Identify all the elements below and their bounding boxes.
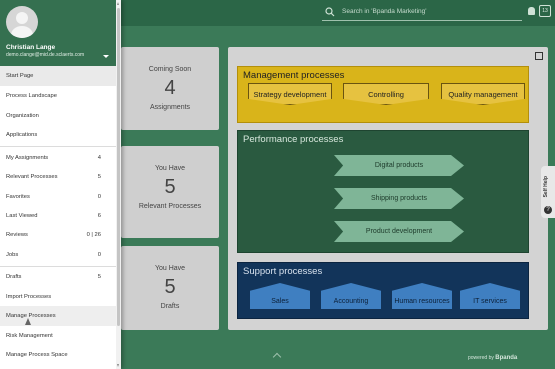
nav-organization[interactable]: Organization [0, 106, 116, 126]
nav-process-landscape[interactable]: Process Landscape [0, 86, 116, 106]
process-product-development[interactable]: Product development [334, 221, 464, 242]
nav-risk-management[interactable]: Risk Management [0, 326, 116, 346]
card-value: 5 [164, 276, 176, 298]
nav-label: Favorites [6, 194, 30, 200]
process-accounting[interactable]: Accounting [321, 283, 381, 309]
nav-count: 0 [97, 194, 101, 200]
group-title: Management processes [243, 70, 345, 81]
nav-label: Manage Process Space [6, 352, 68, 358]
powered-by: powered by Bpanda [468, 355, 517, 361]
scroll-up-icon[interactable] [117, 2, 119, 5]
card-label: Drafts [160, 303, 180, 310]
nav-import-processes[interactable]: Import Processes [0, 287, 116, 307]
nav-count: 5 [97, 274, 101, 280]
nav-count: 0 | 26 [86, 232, 101, 238]
user-body-icon [11, 26, 33, 38]
nav-label: Risk Management [6, 333, 53, 339]
nav-count: 6 [97, 213, 101, 219]
brand-name: Bpanda [495, 355, 518, 361]
nav-label: Jobs [6, 252, 19, 258]
nav-label: Start Page [6, 73, 34, 79]
scroll-down-icon[interactable] [117, 364, 119, 367]
nav-jobs[interactable]: Jobs 0 [0, 245, 116, 265]
nav-relevant-processes[interactable]: Relevant Processes 5 [0, 167, 116, 187]
card-value: 5 [164, 176, 176, 198]
nav-count: 5 [97, 174, 101, 180]
divider [0, 146, 116, 147]
group-title: Support processes [243, 266, 323, 277]
process-quality-management[interactable]: Quality management [441, 83, 525, 105]
nav-label: Drafts [6, 274, 22, 280]
nav-label: Applications [6, 132, 38, 138]
process-sales[interactable]: Sales [250, 283, 310, 309]
nav-label: Last Viewed [6, 213, 38, 219]
card-value: 4 [164, 77, 176, 99]
card-kicker: You Have [154, 165, 186, 172]
process-digital-products[interactable]: Digital products [334, 155, 464, 176]
search-input[interactable]: Search in 'Bpanda Marketing' [342, 8, 427, 15]
nav-label: Relevant Processes [6, 174, 58, 180]
process-human-resources[interactable]: Human resources [392, 283, 452, 309]
mouse-pointer-icon [25, 318, 31, 325]
caret-down-icon[interactable] [103, 55, 109, 58]
fullscreen-icon[interactable] [535, 52, 543, 60]
drawer-scrollbar[interactable] [116, 0, 121, 369]
process-strategy-development[interactable]: Strategy development [248, 83, 332, 105]
nav-label: Organization [6, 113, 39, 119]
user-head-icon [16, 12, 28, 24]
process-shipping-products[interactable]: Shipping products [334, 188, 464, 209]
nav-count: 0 [97, 252, 101, 258]
assignments-card[interactable]: Coming Soon 4 Assignments [121, 47, 219, 130]
search-box[interactable]: Search in 'Bpanda Marketing' [322, 5, 522, 21]
self-help-label: Self Help [543, 176, 549, 198]
group-title: Performance processes [243, 134, 344, 145]
nav-applications[interactable]: Applications [0, 125, 116, 145]
process-it-services[interactable]: IT services [460, 283, 520, 309]
nav-drafts[interactable]: Drafts 5 [0, 267, 116, 287]
nav-favorites[interactable]: Favorites 0 [0, 187, 116, 207]
self-help-tab[interactable]: Self Help ? [541, 166, 555, 218]
card-label: Assignments [149, 104, 191, 111]
performance-processes-group: Performance processes Digital products S… [237, 130, 529, 253]
drafts-card[interactable]: You Have 5 Drafts [121, 246, 219, 330]
process-controlling[interactable]: Controlling [343, 83, 429, 105]
nav-reviews[interactable]: Reviews 0 | 26 [0, 225, 116, 245]
powered-by-text: powered by [468, 355, 494, 361]
process-map-panel: Management processes Strategy developmen… [228, 47, 548, 330]
card-label: Relevant Processes [138, 203, 202, 210]
top-actions: 13 [528, 5, 551, 17]
drawer-user-header[interactable]: Christian Lange demo.clange@mid.de.sclae… [0, 0, 116, 66]
nav-label: Process Landscape [6, 93, 57, 99]
bell-icon[interactable] [528, 7, 535, 15]
nav-my-assignments[interactable]: My Assignments 4 [0, 148, 116, 168]
support-processes-group: Support processes Sales Accounting Human… [237, 262, 529, 319]
user-name: Christian Lange [6, 44, 56, 51]
nav-manage-processes[interactable]: Manage Processes [0, 306, 116, 326]
scrollbar-thumb[interactable] [117, 8, 120, 326]
card-kicker: You Have [154, 265, 186, 272]
search-icon [325, 7, 335, 17]
nav-label: Import Processes [6, 294, 52, 300]
nav-count: 4 [97, 155, 101, 161]
nav-start-page[interactable]: Start Page [0, 66, 116, 86]
management-processes-group: Management processes Strategy developmen… [237, 66, 529, 123]
help-icon: ? [544, 206, 552, 214]
notification-badge[interactable]: 13 [539, 5, 551, 17]
user-email: demo.clange@mid.de.sclaerts.com [6, 52, 85, 58]
relevant-processes-card[interactable]: You Have 5 Relevant Processes [121, 146, 219, 238]
nav-label: My Assignments [6, 155, 49, 161]
nav-label: Reviews [6, 232, 28, 238]
nav-manage-process-space[interactable]: Manage Process Space [0, 345, 116, 365]
avatar [6, 6, 38, 38]
card-kicker: Coming Soon [148, 66, 192, 73]
navigation-drawer: Christian Lange demo.clange@mid.de.sclae… [0, 0, 121, 369]
nav-last-viewed[interactable]: Last Viewed 6 [0, 206, 116, 226]
